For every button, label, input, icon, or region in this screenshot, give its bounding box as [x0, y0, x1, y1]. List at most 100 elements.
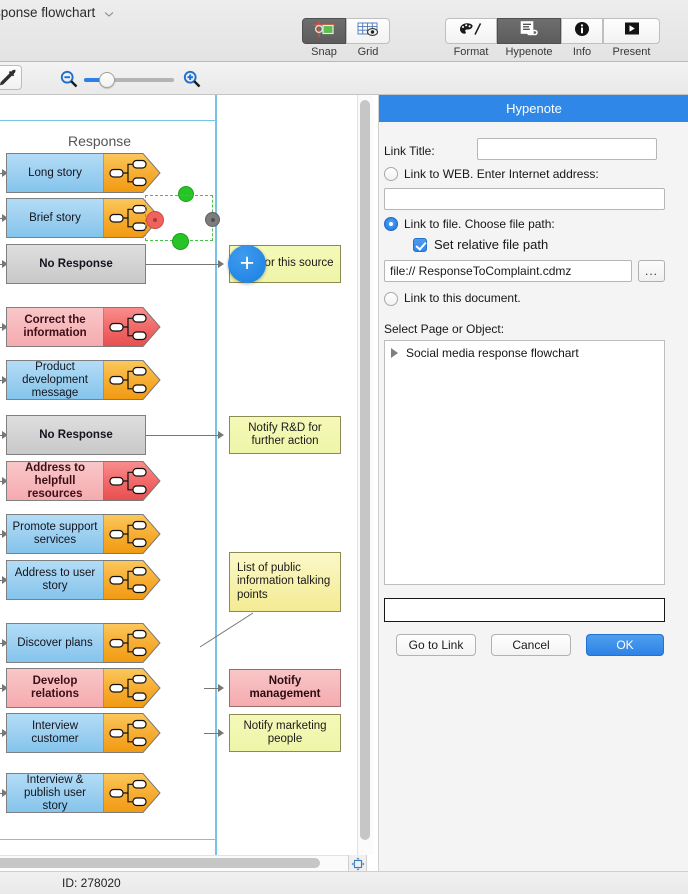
ok-button[interactable]: OK [586, 634, 664, 656]
node-interview-and-publish-user-story[interactable]: Interview & publish user story [6, 773, 161, 813]
present-button[interactable] [603, 18, 660, 44]
panel-title: Hypenote [379, 95, 688, 122]
web-address-input[interactable] [384, 188, 665, 210]
node-tag-hierarchy[interactable] [103, 307, 161, 347]
node-tag-hierarchy[interactable] [103, 713, 161, 753]
node-address-to-user-story[interactable]: Address to user story [6, 560, 161, 600]
canvas-horizontal-scroll-thumb[interactable] [0, 858, 320, 868]
node-tag-hierarchy[interactable] [103, 360, 161, 400]
document-title[interactable]: sponse flowchart [0, 5, 95, 20]
resize-handle-green[interactable] [172, 233, 189, 250]
node-tag-hierarchy[interactable] [103, 623, 161, 663]
radio-link-to-web[interactable] [384, 167, 398, 181]
node-develop-relations[interactable]: Develop relations [6, 668, 161, 708]
node-long-story[interactable]: Long story [6, 153, 161, 193]
node-tag-hierarchy[interactable] [103, 198, 161, 238]
zoom-slider-knob[interactable] [99, 72, 115, 88]
cancel-button[interactable]: Cancel [491, 634, 571, 656]
triangle-right-icon[interactable] [391, 348, 398, 358]
node-label: Long story [6, 153, 104, 193]
link-title-input[interactable] [477, 138, 657, 160]
checkbox-set-relative-path[interactable] [413, 238, 427, 252]
fit-to-window-button[interactable] [348, 855, 366, 872]
eyedropper-button[interactable] [0, 65, 22, 90]
palette-icon [458, 21, 484, 42]
node-label: Brief story [6, 198, 104, 238]
canvas-vertical-scroll-thumb[interactable] [360, 100, 370, 840]
node-tag-hierarchy[interactable] [103, 773, 161, 813]
toolbar-cell-present: Present [603, 18, 660, 58]
add-node-button[interactable]: + [228, 245, 266, 283]
node-label: Discover plans [6, 623, 104, 663]
hypenote-panel: Hypenote Link Title: Link to WEB. Enter … [378, 95, 688, 871]
node-label: No Response [6, 415, 146, 455]
snap-button[interactable] [302, 18, 346, 44]
node-tag-hierarchy[interactable] [103, 514, 161, 554]
node-label: No Response [6, 244, 146, 284]
node-product-development-message[interactable]: Product development message [6, 360, 161, 400]
magnifier-plus-icon[interactable] [183, 70, 201, 93]
link-title-label: Link Title: [384, 144, 435, 158]
radio-link-to-document-label: Link to this document. [404, 291, 521, 305]
node-brief-story[interactable]: Brief story [6, 198, 161, 238]
connector-diagonal [199, 612, 254, 648]
canvas[interactable]: Response Long story Brief story No Respo… [0, 95, 356, 855]
browse-file-button[interactable]: ... [638, 260, 665, 282]
magnifier-minus-icon[interactable] [60, 70, 78, 93]
radio-link-to-web-label: Link to WEB. Enter Internet address: [404, 167, 599, 181]
node-no-response-2[interactable]: No Response [6, 415, 146, 455]
link-target-field[interactable] [384, 598, 665, 622]
radio-link-to-file[interactable] [384, 217, 398, 231]
node-tag-hierarchy[interactable] [103, 560, 161, 600]
note-link-icon [516, 20, 542, 43]
node-label: Promote support services [6, 514, 104, 554]
statusbar: ID: 278020 [0, 871, 688, 894]
toolbar-cell-format: Format [445, 18, 497, 58]
hypenote-button[interactable] [497, 18, 561, 44]
node-tag-hierarchy[interactable] [103, 461, 161, 501]
tree-item-label: Social media response flowchart [406, 346, 579, 360]
connector-arrowhead [218, 684, 224, 692]
box-notify-management[interactable]: Notify management [229, 669, 341, 707]
node-label: Product development message [6, 360, 104, 400]
format-label: Format [453, 46, 489, 58]
grid-button[interactable] [346, 18, 390, 44]
grid-eye-icon [357, 21, 379, 42]
file-path-input[interactable] [384, 260, 632, 282]
node-no-response-1[interactable]: No Response [6, 244, 146, 284]
format-button[interactable] [445, 18, 497, 44]
box-notify-marketing-people[interactable]: Notify marketing people [229, 714, 341, 752]
node-promote-support-services[interactable]: Promote support services [6, 514, 161, 554]
connector-arrowhead [218, 431, 224, 439]
go-to-link-button[interactable]: Go to Link [396, 634, 476, 656]
tree-item[interactable]: Social media response flowchart [391, 346, 579, 360]
node-tag-hierarchy[interactable] [103, 153, 161, 193]
node-discover-plans[interactable]: Discover plans [6, 623, 161, 663]
radio-link-to-document[interactable] [384, 292, 398, 306]
titlebar: sponse flowchart Snap Grid Format Hypeno… [0, 0, 688, 62]
link-handle-red[interactable] [146, 211, 164, 229]
connector-line [146, 264, 222, 265]
toolbar-cell-info: Info [561, 18, 603, 58]
app-window: sponse flowchart Snap Grid Format Hypeno… [0, 0, 688, 894]
toolbar-group-modes: Format Hypenote Info Present [445, 18, 660, 58]
node-tag-hierarchy[interactable] [103, 668, 161, 708]
info-button[interactable] [561, 18, 603, 44]
link-handle-grey[interactable] [205, 212, 220, 227]
box-notify-rnd[interactable]: Notify R&D for further action [229, 416, 341, 454]
page-object-listbox[interactable]: Social media response flowchart [384, 340, 665, 585]
node-interview-customer[interactable]: Interview customer [6, 713, 161, 753]
node-address-to-helpful-resources[interactable]: Address to helpfull resources [6, 461, 161, 501]
scrollbar-corner [366, 855, 378, 872]
present-label: Present [612, 46, 651, 58]
checkbox-set-relative-path-label: Set relative file path [434, 237, 549, 252]
chevron-down-icon[interactable] [104, 9, 114, 19]
grid-label: Grid [357, 46, 379, 58]
lane-title: Response [68, 133, 132, 149]
fit-arrows-icon [351, 857, 364, 870]
status-object-id: ID: 278020 [62, 876, 121, 890]
toolbar-cell-hypenote: Hypenote [497, 18, 561, 58]
box-list-of-public-information[interactable]: List of public information talking point… [229, 552, 341, 612]
node-correct-the-information[interactable]: Correct the information [6, 307, 161, 347]
play-icon [623, 21, 641, 41]
